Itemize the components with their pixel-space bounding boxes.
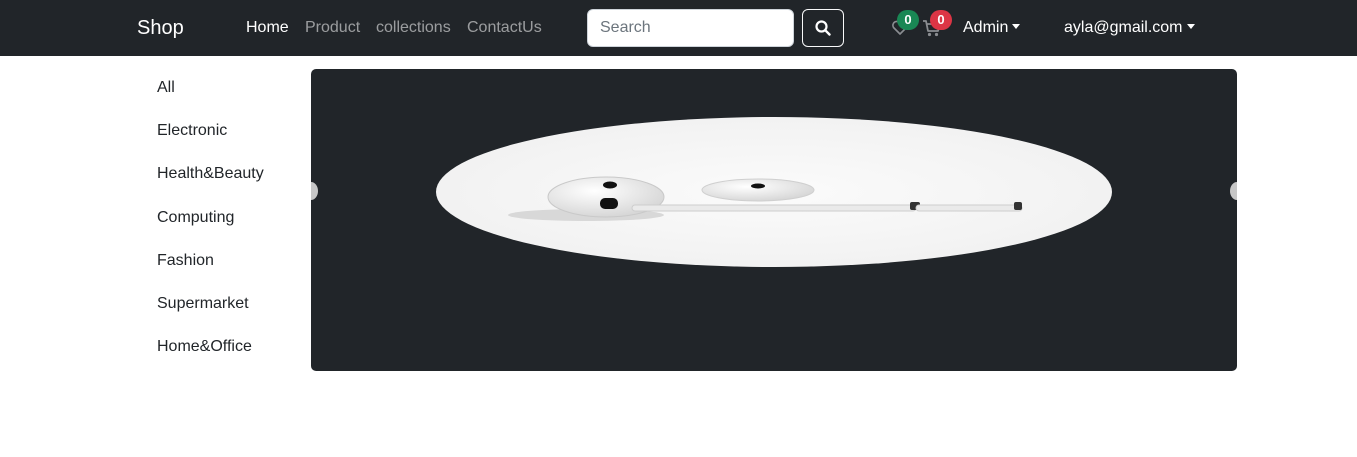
earbuds-product-image: [508, 176, 1023, 221]
user-email-label: ayla@gmail.com: [1064, 19, 1183, 36]
category-computing[interactable]: Computing: [157, 208, 234, 228]
carousel-slide-image: [436, 117, 1112, 267]
hero-carousel: [311, 69, 1237, 371]
category-electronic[interactable]: Electronic: [157, 121, 227, 141]
search-button[interactable]: [802, 9, 844, 47]
nav-collections[interactable]: collections: [376, 18, 451, 38]
carousel-prev-control[interactable]: [311, 182, 318, 200]
category-fashion[interactable]: Fashion: [157, 251, 214, 271]
carousel-next-control[interactable]: [1230, 182, 1237, 200]
wishlist-count-badge: 0: [897, 10, 919, 30]
admin-dropdown[interactable]: Admin: [963, 18, 1021, 38]
top-navbar: Shop Home Product collections ContactUs …: [0, 0, 1357, 56]
nav-home[interactable]: Home: [246, 18, 289, 38]
brand-logo[interactable]: Shop: [137, 16, 184, 40]
admin-dropdown-label: Admin: [963, 19, 1009, 36]
caret-down-icon: [1012, 24, 1021, 29]
nav-product[interactable]: Product: [305, 18, 360, 38]
search-icon: [815, 20, 831, 36]
nav-contactus[interactable]: ContactUs: [467, 18, 542, 38]
category-all[interactable]: All: [157, 78, 175, 98]
category-home-office[interactable]: Home&Office: [157, 337, 252, 357]
category-supermarket[interactable]: Supermarket: [157, 294, 249, 314]
user-dropdown[interactable]: ayla@gmail.com: [1064, 18, 1195, 38]
caret-down-icon: [1186, 24, 1195, 29]
search-input[interactable]: [587, 9, 794, 47]
category-health-beauty[interactable]: Health&Beauty: [157, 164, 264, 184]
cart-count-badge: 0: [930, 10, 952, 30]
